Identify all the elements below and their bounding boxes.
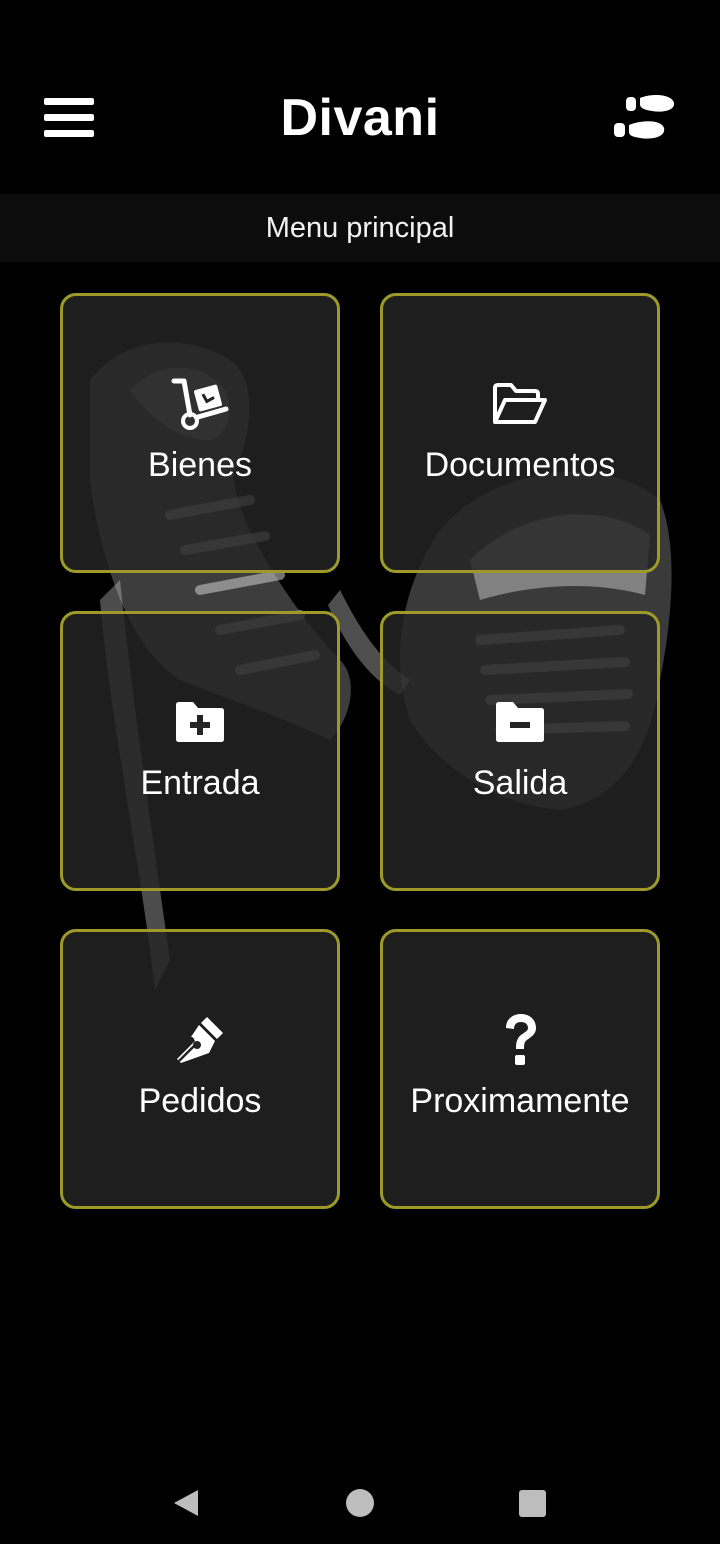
home-circle-icon[interactable] [346, 1489, 374, 1517]
tile-label: Proximamente [410, 1082, 630, 1120]
tile-label: Documentos [424, 446, 616, 484]
fountain-pen-icon [63, 1010, 337, 1070]
tile-proximamente[interactable]: Proximamente [380, 929, 660, 1209]
app-header: Divani [0, 0, 720, 190]
folder-minus-icon [383, 692, 657, 752]
system-navigation-bar [0, 1440, 720, 1544]
tile-salida[interactable]: Salida [380, 611, 660, 891]
tile-label: Bienes [148, 446, 252, 484]
section-header: Menu principal [0, 194, 720, 262]
section-title: Menu principal [265, 212, 455, 244]
tile-label: Entrada [140, 764, 260, 802]
tile-documentos[interactable]: Documentos [380, 293, 660, 573]
tile-entrada[interactable]: Entrada [60, 611, 340, 891]
app-screen: Divani Menu principal Bienes Documentos … [0, 0, 720, 1544]
open-folder-icon [383, 374, 657, 434]
tile-label: Salida [472, 764, 568, 802]
folder-plus-icon [63, 692, 337, 752]
tile-pedidos[interactable]: Pedidos [60, 929, 340, 1209]
footprints-icon[interactable] [608, 90, 682, 150]
back-triangle-icon[interactable] [168, 1486, 202, 1520]
question-mark-icon [383, 1010, 657, 1070]
tile-bienes[interactable]: Bienes [60, 293, 340, 573]
tile-label: Pedidos [138, 1082, 262, 1120]
dolly-cart-icon [63, 374, 337, 434]
recents-square-icon[interactable] [519, 1490, 546, 1517]
